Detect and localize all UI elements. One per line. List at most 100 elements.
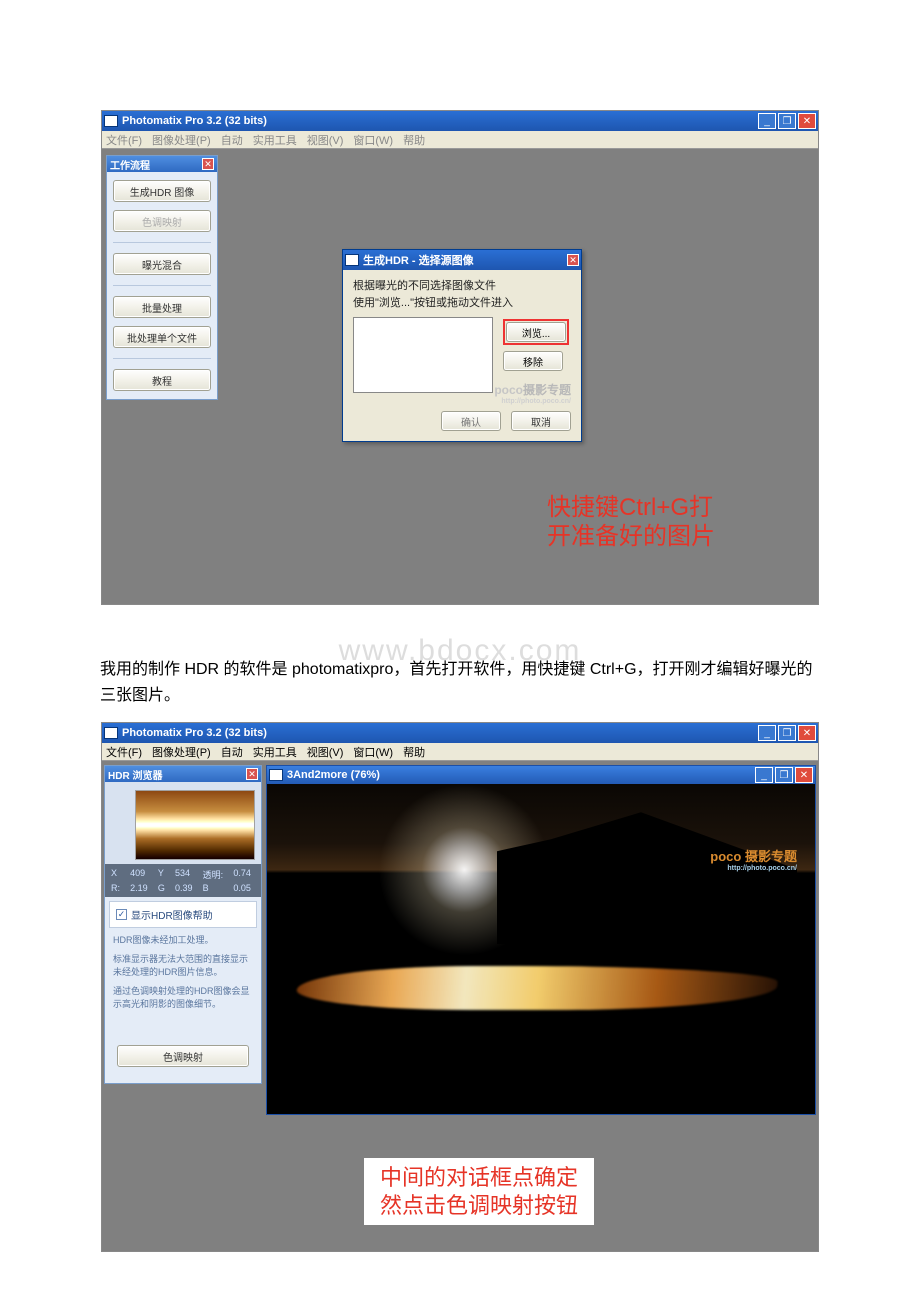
menu-view[interactable]: 视图(V) bbox=[307, 744, 344, 760]
app-title: Photomatix Pro 3.2 (32 bits) bbox=[122, 727, 267, 739]
callout-line: 中间的对话框点确定 bbox=[380, 1164, 578, 1192]
help-line: 通过色调映射处理的HDR图像会显示高光和阴影的图像细节。 bbox=[113, 985, 253, 1011]
help-line: HDR图像未经加工处理。 bbox=[113, 934, 253, 947]
doc-image-viewport[interactable]: poco 摄影专题 http://photo.poco.cn/ bbox=[267, 784, 815, 1114]
minimize-icon[interactable]: _ bbox=[758, 725, 776, 741]
screenshot-1: Photomatix Pro 3.2 (32 bits) _ ❐ ✕ 文件(F)… bbox=[101, 110, 819, 605]
doc-maximize-icon[interactable]: ❐ bbox=[775, 767, 793, 783]
close-icon[interactable]: ✕ bbox=[798, 725, 816, 741]
batch-button[interactable]: 批量处理 bbox=[113, 296, 211, 318]
window-controls: _ ❐ ✕ bbox=[758, 113, 816, 129]
hdr-thumbnail-area bbox=[105, 782, 261, 864]
hdr-help-text: HDR图像未经加工处理。 标准显示器无法大范围的直接显示未经处理的HDR图片信息… bbox=[105, 932, 261, 1023]
image-document-window: 3And2more (76%) _ ❐ ✕ poco 摄影专题 http://p… bbox=[266, 765, 816, 1115]
menu-tools[interactable]: 实用工具 bbox=[253, 132, 297, 148]
app-titlebar: Photomatix Pro 3.2 (32 bits) _ ❐ ✕ bbox=[102, 111, 818, 131]
menu-tools[interactable]: 实用工具 bbox=[253, 744, 297, 760]
browse-button[interactable]: 浏览... bbox=[506, 322, 566, 342]
poco-watermark: poco 摄影专题 http://photo.poco.cn/ bbox=[710, 846, 797, 872]
menu-window[interactable]: 窗口(W) bbox=[353, 744, 393, 760]
batch-single-button[interactable]: 批处理单个文件 bbox=[113, 326, 211, 348]
menu-help[interactable]: 帮助 bbox=[403, 132, 425, 148]
select-source-dialog: 生成HDR - 选择源图像 ✕ 根据曝光的不同选择图像文件 使用"浏览..."按… bbox=[342, 249, 582, 442]
info-value: 0.39 bbox=[175, 883, 197, 893]
hdr-thumbnail bbox=[135, 790, 255, 860]
menu-auto[interactable]: 自动 bbox=[221, 132, 243, 148]
maximize-icon[interactable]: ❐ bbox=[778, 725, 796, 741]
annotation-callout-1: 快捷键Ctrl+G打 开准备好的图片 bbox=[547, 494, 715, 552]
dialog-title: 生成HDR - 选择源图像 bbox=[363, 252, 474, 268]
checkbox-label: 显示HDR图像帮助 bbox=[131, 907, 213, 922]
workflow-panel-title: 工作流程 bbox=[110, 157, 150, 172]
app-title: Photomatix Pro 3.2 (32 bits) bbox=[122, 115, 267, 127]
doc-minimize-icon[interactable]: _ bbox=[755, 767, 773, 783]
maximize-icon[interactable]: ❐ bbox=[778, 113, 796, 129]
info-label: G bbox=[158, 883, 169, 893]
menu-process[interactable]: 图像处理(P) bbox=[152, 132, 211, 148]
poco-watermark: poco摄影专题 http://photo.poco.cn/ bbox=[494, 381, 571, 405]
doc-window-title: 3And2more (76%) bbox=[287, 769, 380, 781]
generate-hdr-button[interactable]: 生成HDR 图像 bbox=[113, 180, 211, 202]
info-label: X bbox=[111, 868, 124, 881]
app-icon bbox=[104, 727, 118, 739]
hdr-panel-header[interactable]: HDR 浏览器 ✕ bbox=[105, 766, 261, 782]
tone-mapping-button[interactable]: 色调映射 bbox=[117, 1045, 249, 1067]
info-value: 2.19 bbox=[130, 883, 152, 893]
tutorial-button[interactable]: 教程 bbox=[113, 369, 211, 391]
source-file-list[interactable] bbox=[353, 317, 493, 393]
menu-help[interactable]: 帮助 bbox=[403, 744, 425, 760]
help-line: 标准显示器无法大范围的直接显示未经处理的HDR图片信息。 bbox=[113, 953, 253, 979]
menu-bar: 文件(F) 图像处理(P) 自动 实用工具 视图(V) 窗口(W) 帮助 bbox=[102, 743, 818, 761]
screenshot-2: Photomatix Pro 3.2 (32 bits) _ ❐ ✕ 文件(F)… bbox=[101, 722, 819, 1252]
panel-separator bbox=[113, 358, 211, 359]
menu-file[interactable]: 文件(F) bbox=[106, 744, 142, 760]
menu-process[interactable]: 图像处理(P) bbox=[152, 744, 211, 760]
pixel-info: X 409 Y 534 透明: 0.74 R: 2.19 G 0.39 B 0.… bbox=[105, 864, 261, 897]
checkbox-icon[interactable]: ✓ bbox=[116, 909, 127, 920]
remove-button[interactable]: 移除 bbox=[503, 351, 563, 371]
menu-file[interactable]: 文件(F) bbox=[106, 132, 142, 148]
panel-separator bbox=[113, 285, 211, 286]
annotation-callout-2: 中间的对话框点确定 然点击色调映射按钮 bbox=[364, 1158, 594, 1225]
app-icon bbox=[104, 115, 118, 127]
panel-separator bbox=[113, 242, 211, 243]
app-titlebar: Photomatix Pro 3.2 (32 bits) _ ❐ ✕ bbox=[102, 723, 818, 743]
browse-highlight: 浏览... bbox=[503, 319, 569, 345]
dialog-text-2: 使用"浏览..."按钮或拖动文件进入 bbox=[353, 295, 571, 312]
callout-line: 快捷键Ctrl+G打 bbox=[547, 494, 715, 523]
app-client-area: 工作流程 ✕ 生成HDR 图像 色调映射 曝光混合 批量处理 批处理单个文件 教… bbox=[102, 149, 818, 604]
cancel-button[interactable]: 取消 bbox=[511, 411, 571, 431]
workflow-panel: 工作流程 ✕ 生成HDR 图像 色调映射 曝光混合 批量处理 批处理单个文件 教… bbox=[106, 155, 218, 400]
menu-window[interactable]: 窗口(W) bbox=[353, 132, 393, 148]
hdr-viewer-panel: HDR 浏览器 ✕ X 409 Y 534 透明: 0.74 R: 2.19 G… bbox=[104, 765, 262, 1084]
panel-close-icon[interactable]: ✕ bbox=[246, 768, 258, 780]
ok-button[interactable]: 确认 bbox=[441, 411, 501, 431]
menu-view[interactable]: 视图(V) bbox=[307, 132, 344, 148]
close-icon[interactable]: ✕ bbox=[798, 113, 816, 129]
info-label: B bbox=[203, 883, 228, 893]
dialog-titlebar[interactable]: 生成HDR - 选择源图像 ✕ bbox=[343, 250, 581, 270]
app-client-area: HDR 浏览器 ✕ X 409 Y 534 透明: 0.74 R: 2.19 G… bbox=[102, 761, 818, 1251]
doc-icon bbox=[269, 769, 283, 781]
menu-auto[interactable]: 自动 bbox=[221, 744, 243, 760]
dialog-text-1: 根据曝光的不同选择图像文件 bbox=[353, 278, 571, 295]
article-paragraph: www.bdocx.com 我用的制作 HDR 的软件是 photomatixp… bbox=[100, 627, 820, 708]
workflow-panel-header[interactable]: 工作流程 ✕ bbox=[107, 156, 217, 172]
hdr-photo bbox=[267, 784, 815, 1114]
minimize-icon[interactable]: _ bbox=[758, 113, 776, 129]
exposure-fusion-button[interactable]: 曝光混合 bbox=[113, 253, 211, 275]
hdr-panel-title: HDR 浏览器 bbox=[108, 767, 162, 782]
info-value: 0.05 bbox=[233, 883, 255, 893]
info-value: 534 bbox=[175, 868, 197, 881]
show-hdr-help-checkbox-row[interactable]: ✓ 显示HDR图像帮助 bbox=[109, 901, 257, 928]
tone-mapping-button[interactable]: 色调映射 bbox=[113, 210, 211, 232]
info-label: 透明: bbox=[203, 868, 228, 881]
info-value: 0.74 bbox=[233, 868, 255, 881]
doc-window-titlebar[interactable]: 3And2more (76%) _ ❐ ✕ bbox=[267, 766, 815, 784]
info-label: R: bbox=[111, 883, 124, 893]
dialog-body: 根据曝光的不同选择图像文件 使用"浏览..."按钮或拖动文件进入 浏览... 移… bbox=[343, 270, 581, 403]
panel-close-icon[interactable]: ✕ bbox=[202, 158, 214, 170]
dialog-close-icon[interactable]: ✕ bbox=[567, 254, 579, 266]
menu-bar: 文件(F) 图像处理(P) 自动 实用工具 视图(V) 窗口(W) 帮助 bbox=[102, 131, 818, 149]
doc-close-icon[interactable]: ✕ bbox=[795, 767, 813, 783]
